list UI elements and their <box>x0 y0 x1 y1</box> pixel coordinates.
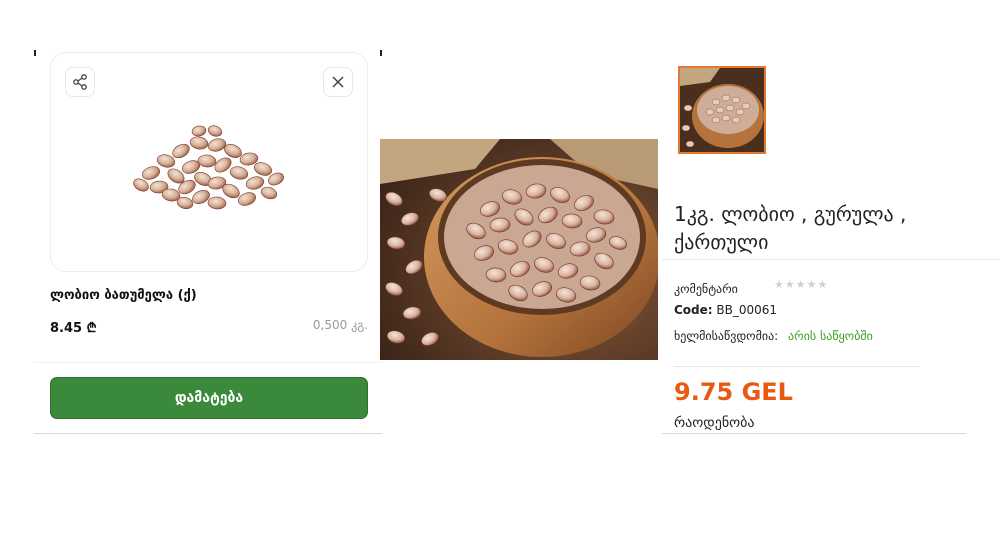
product-code-row: Code: BB_00061 <box>674 303 777 317</box>
divider <box>34 362 382 363</box>
divider <box>662 259 1000 260</box>
beans-bowl-photo <box>380 139 658 360</box>
code-value: BB_00061 <box>716 303 778 317</box>
close-icon <box>332 76 344 88</box>
product-weight: 0,500 კგ. <box>312 318 368 332</box>
quantity-label: რაოდენობა <box>674 415 755 431</box>
comments-row: კომენტარი ★★★★★ <box>674 278 827 296</box>
product-popup-panel: ლობიო ბათუმელა (ქ) 8.45 ₾ 0,500 კგ. დამა… <box>34 50 382 440</box>
availability-status: არის საწყობში <box>788 329 873 343</box>
comments-link[interactable]: კომენტარი <box>674 282 738 296</box>
product-name: ლობიო ბათუმელა (ქ) <box>50 288 197 303</box>
divider <box>34 433 382 434</box>
availability-label: ხელმისაწვდომია: <box>674 329 779 343</box>
product-title: 1კგ. ლობიო , გურულა , ქართული <box>674 202 907 254</box>
availability-row: ხელმისაწვდომია: არის საწყობში <box>674 329 873 343</box>
code-label: Code: <box>674 303 713 317</box>
share-button[interactable] <box>65 67 95 97</box>
product-image-card <box>50 52 368 272</box>
corner-mark-left <box>34 50 36 56</box>
close-button[interactable] <box>323 67 353 97</box>
corner-mark-right <box>380 50 382 56</box>
divider <box>674 366 920 367</box>
product-image <box>133 125 284 210</box>
divider <box>662 433 966 434</box>
price-row: 8.45 ₾ 0,500 კგ. <box>50 318 368 336</box>
rating-stars[interactable]: ★★★★★ <box>774 278 828 291</box>
product-price-gel: 9.75 GEL <box>674 378 793 406</box>
product-price: 8.45 ₾ <box>50 321 97 336</box>
add-to-cart-button[interactable]: დამატება <box>50 377 368 419</box>
share-icon <box>73 74 87 90</box>
product-thumbnail[interactable] <box>678 66 766 154</box>
product-details-panel: 1კგ. ლობიო , გურულა , ქართული კომენტარი … <box>662 50 1000 450</box>
